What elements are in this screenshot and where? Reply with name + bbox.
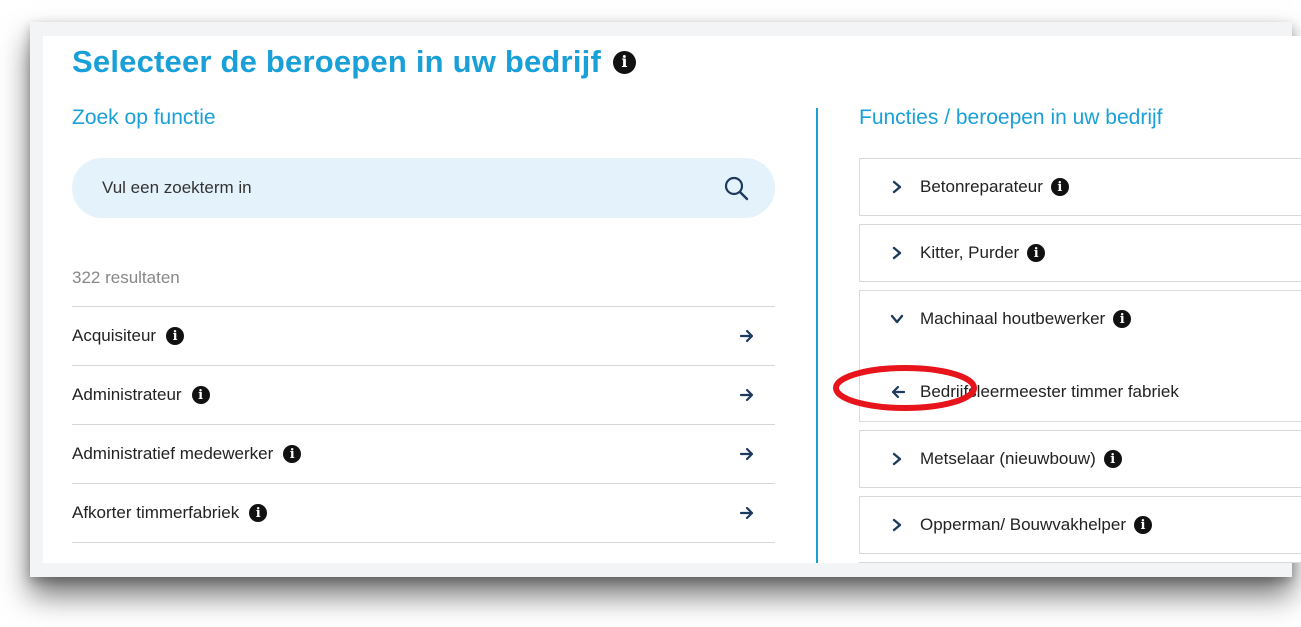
search-box	[72, 158, 775, 218]
function-item-head: Metselaar (nieuwbouw) i	[860, 449, 1122, 469]
selected-functions-heading: Functies / beroepen in uw bedrijf	[859, 106, 1163, 129]
function-item-head: Betonreparateur i	[860, 177, 1069, 197]
function-label-text: Kitter, Purder	[920, 243, 1020, 262]
arrow-right-icon[interactable]	[739, 328, 755, 344]
info-icon[interactable]: i	[612, 50, 636, 74]
page-title: Selecteer de beroepen in uw bedrijf i	[72, 44, 636, 80]
result-label-text: Administratief medewerker	[72, 444, 274, 463]
function-label-text: Machinaal houtbewerker	[920, 309, 1106, 328]
function-item-betonreparateur[interactable]: Betonreparateur i	[859, 158, 1301, 216]
column-divider	[816, 108, 818, 563]
function-label-text: Opperman/ Bouwvakhelper	[920, 515, 1127, 534]
function-item-opperman[interactable]: Opperman/ Bouwvakhelper i	[859, 496, 1301, 554]
result-label-text: Administrateur	[72, 385, 182, 404]
function-item-head: Kitter, Purder i	[860, 243, 1046, 263]
info-icon[interactable]: i	[1113, 310, 1132, 328]
sub-function-label: Bedrijfsleermeester timmer fabriek	[920, 382, 1179, 401]
selected-functions-list: Betonreparateur i Kitter, Purder i Machi…	[859, 158, 1301, 563]
arrow-right-icon[interactable]	[739, 505, 755, 521]
arrow-right-icon[interactable]	[739, 387, 755, 403]
selected-functions-column: Functies / beroepen in uw bedrijf Betonr…	[859, 106, 1301, 563]
info-icon[interactable]: i	[1134, 516, 1153, 534]
occupation-selector-panel: Selecteer de beroepen in uw bedrijf i Zo…	[43, 36, 1301, 563]
result-row-acquisiteur[interactable]: Acquisiteur i	[72, 306, 775, 365]
result-row-administrateur[interactable]: Administrateur i	[72, 365, 775, 424]
info-icon[interactable]: i	[249, 504, 268, 522]
result-label: Administrateur i	[72, 385, 210, 405]
result-label: Afkorter timmerfabriek i	[72, 503, 268, 523]
info-icon[interactable]: i	[1103, 450, 1122, 468]
search-icon[interactable]	[723, 175, 749, 201]
info-icon[interactable]: i	[191, 386, 210, 404]
result-row-partial[interactable]	[72, 542, 775, 563]
function-label: Machinaal houtbewerker i	[920, 309, 1132, 329]
function-item-kitter-purder[interactable]: Kitter, Purder i	[859, 224, 1301, 282]
chevron-right-icon	[892, 180, 902, 194]
result-label: Acquisiteur i	[72, 326, 185, 346]
chevron-right-icon	[892, 452, 902, 466]
result-label-text: Acquisiteur	[72, 326, 157, 345]
result-row-administratief-medewerker[interactable]: Administratief medewerker i	[72, 424, 775, 483]
chevron-right-icon	[892, 518, 902, 532]
info-icon[interactable]: i	[283, 445, 302, 463]
result-label: Administratief medewerker i	[72, 444, 302, 464]
result-list: Acquisiteur i Administrateur i Administr…	[72, 306, 775, 563]
info-icon[interactable]: i	[1050, 178, 1069, 196]
function-item-head: Machinaal houtbewerker i	[860, 309, 1132, 329]
info-icon[interactable]: i	[1027, 244, 1046, 262]
function-item-metselaar[interactable]: Metselaar (nieuwbouw) i	[859, 430, 1301, 488]
result-row-afkorter-timmerfabriek[interactable]: Afkorter timmerfabriek i	[72, 483, 775, 542]
page-title-text: Selecteer de beroepen in uw bedrijf	[72, 44, 601, 79]
info-icon[interactable]: i	[166, 327, 185, 345]
results-count: 322 resultaten	[72, 268, 180, 287]
function-label-text: Betonreparateur	[920, 177, 1043, 196]
search-input[interactable]	[100, 167, 704, 209]
search-heading: Zoek op functie	[72, 106, 216, 129]
chevron-down-icon	[890, 314, 904, 324]
function-item-partial[interactable]	[859, 562, 1301, 563]
function-label-text: Metselaar (nieuwbouw)	[920, 449, 1096, 468]
function-label: Betonreparateur i	[920, 177, 1069, 197]
chevron-right-icon	[892, 246, 902, 260]
function-item-machinaal-houtbewerker[interactable]: Machinaal houtbewerker i	[859, 290, 1301, 364]
function-label: Kitter, Purder i	[920, 243, 1046, 263]
function-label: Metselaar (nieuwbouw) i	[920, 449, 1122, 469]
function-label: Opperman/ Bouwvakhelper i	[920, 515, 1153, 535]
search-column: Zoek op functie 322 resultaten Acquisite…	[72, 106, 775, 543]
arrow-left-icon[interactable]	[890, 384, 906, 400]
result-label-text: Afkorter timmerfabriek	[72, 503, 240, 522]
arrow-right-icon[interactable]	[739, 446, 755, 462]
sub-function-item[interactable]: Bedrijfsleermeester timmer fabriek	[859, 363, 1301, 422]
function-item-head: Opperman/ Bouwvakhelper i	[860, 515, 1153, 535]
